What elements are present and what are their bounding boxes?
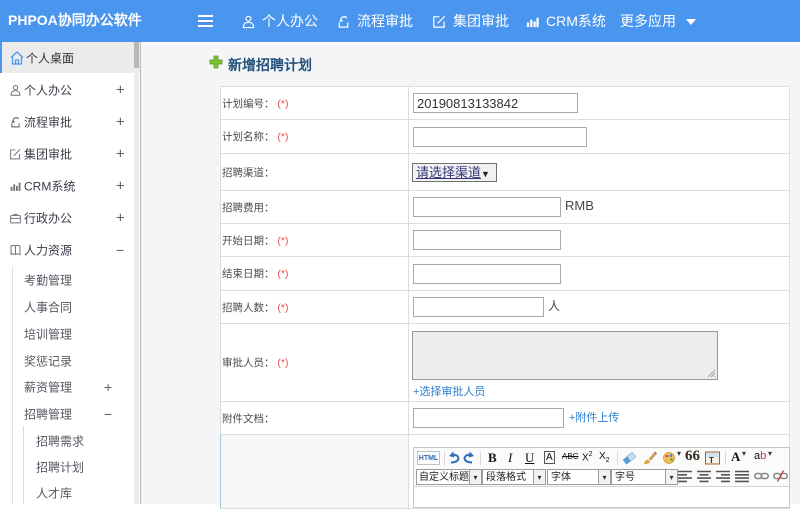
svg-text:T: T [709, 456, 714, 465]
